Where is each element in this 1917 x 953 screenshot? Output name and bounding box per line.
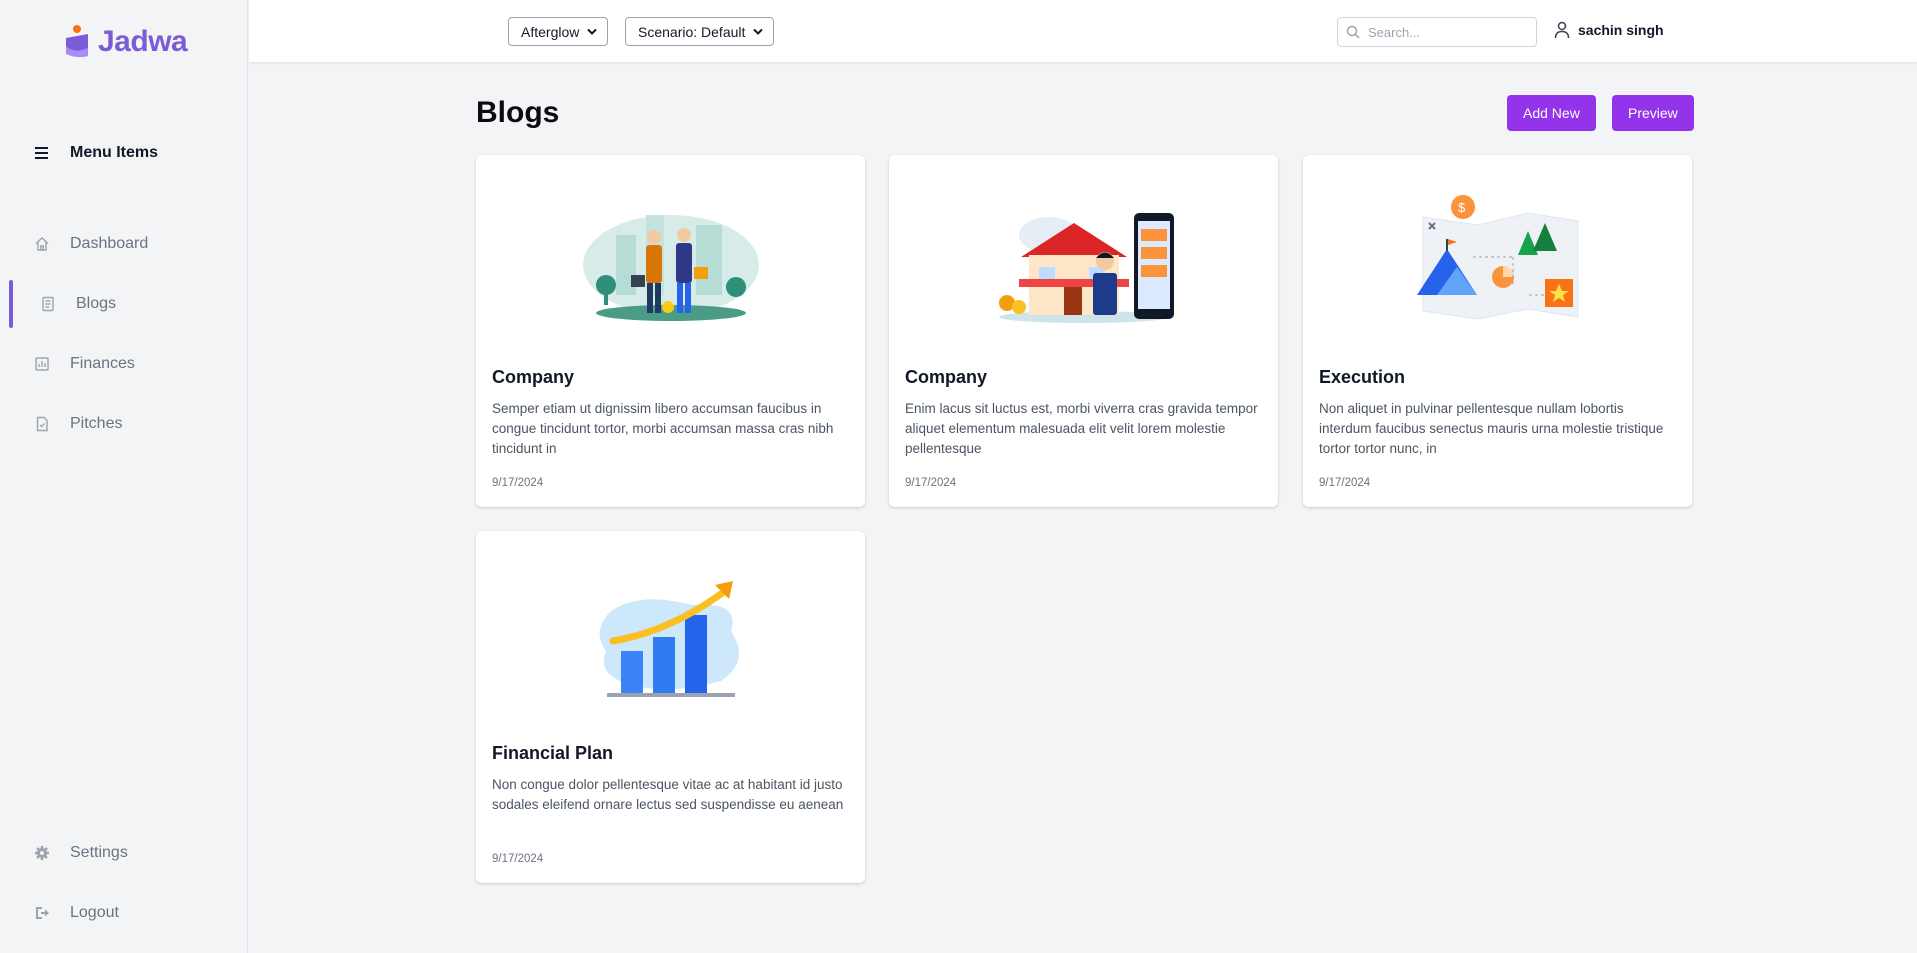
chart-icon: [35, 357, 49, 371]
scenario-select[interactable]: Scenario: Default: [625, 17, 775, 46]
search-icon: [1346, 25, 1360, 39]
blog-card[interactable]: Company Enim lacus sit luctus est, morbi…: [889, 155, 1278, 507]
blog-card-title: Company: [905, 367, 988, 387]
blog-card-date: 9/17/2024: [492, 853, 544, 865]
logo[interactable]: Jadwa: [62, 24, 188, 60]
top-bar: Afterglow Scenario: Default sachin singh: [249, 0, 1917, 63]
sidebar-nav: Dashboard Blogs Finances Pitches: [0, 214, 248, 454]
blog-card[interactable]: $ Execution Non aliquet in pulvinar pell…: [1303, 155, 1692, 507]
file-icon: [36, 416, 48, 432]
house-and-phone-illustration: [998, 213, 1174, 323]
chevron-down-icon: [587, 28, 598, 35]
blog-card-image: [889, 155, 1278, 365]
sidebar-item-label: Blogs: [76, 295, 117, 312]
gear-icon: [35, 846, 49, 860]
home-icon: [35, 237, 49, 251]
blog-card-description: Non aliquet in pulvinar pellentesque nul…: [1319, 401, 1664, 456]
svg-text:$: $: [1458, 200, 1466, 215]
menu-title: Menu Items: [70, 144, 159, 161]
logo-text: Jadwa: [98, 25, 188, 58]
scenario-select-value: Scenario: Default: [638, 23, 746, 40]
hamburger-icon: [35, 147, 48, 159]
logout-icon: [36, 907, 49, 919]
sidebar-item-blogs[interactable]: Blogs: [0, 274, 248, 334]
sidebar-item-finances[interactable]: Finances: [0, 334, 248, 394]
blog-card-title: Financial Plan: [492, 743, 614, 763]
user-menu[interactable]: sachin singh: [1554, 21, 1664, 39]
sidebar-item-label: Finances: [70, 355, 135, 372]
growth-chart-illustration: [599, 581, 739, 697]
sidebar-item-label: Logout: [70, 904, 119, 921]
search-box[interactable]: [1337, 17, 1537, 47]
user-name: sachin singh: [1578, 22, 1664, 38]
blog-card-description: Non congue dolor pellentesque vitae ac a…: [492, 777, 844, 812]
user-icon: [1554, 21, 1570, 39]
sidebar-item-label: Dashboard: [70, 235, 149, 252]
menu-header[interactable]: Menu Items: [34, 144, 158, 162]
business-handshake-illustration: [582, 215, 759, 321]
theme-select-value: Afterglow: [521, 23, 580, 40]
sidebar-item-settings[interactable]: Settings: [0, 823, 248, 883]
sidebar-item-logout[interactable]: Logout: [0, 883, 248, 943]
document-icon: [42, 296, 54, 312]
sidebar-item-pitches[interactable]: Pitches: [0, 394, 248, 454]
sidebar-item-label: Settings: [70, 844, 128, 861]
blog-card[interactable]: Financial Plan Non congue dolor pellente…: [476, 531, 865, 883]
blog-card-date: 9/17/2024: [492, 477, 544, 489]
blog-card-image: [476, 531, 865, 741]
search-input[interactable]: [1368, 24, 1528, 40]
blog-card-date: 9/17/2024: [905, 477, 957, 489]
blog-card-description: Enim lacus sit luctus est, morbi viverra…: [905, 401, 1258, 456]
blog-card-image: [476, 155, 865, 365]
blog-card-description: Semper etiam ut dignissim libero accumsa…: [492, 401, 834, 456]
sidebar: Jadwa Menu Items Dashboard Blogs Finance…: [0, 0, 248, 953]
page-title: Blogs: [476, 96, 560, 129]
sidebar-item-dashboard[interactable]: Dashboard: [0, 214, 248, 274]
blog-card[interactable]: Company Semper etiam ut dignissim libero…: [476, 155, 865, 507]
blog-card-title: Company: [492, 367, 575, 387]
roadmap-illustration: $: [1416, 195, 1578, 320]
blog-card-image: $: [1303, 155, 1692, 365]
jadwa-logo-icon: [66, 25, 88, 58]
chevron-down-icon: [753, 28, 764, 35]
blog-card-title: Execution: [1319, 367, 1406, 387]
sidebar-bottom: Settings Logout: [0, 823, 248, 943]
add-new-button[interactable]: Add New: [1507, 95, 1596, 131]
blog-card-date: 9/17/2024: [1319, 477, 1371, 489]
sidebar-item-label: Pitches: [70, 415, 123, 432]
preview-button[interactable]: Preview: [1612, 95, 1694, 131]
theme-select[interactable]: Afterglow: [508, 17, 609, 46]
